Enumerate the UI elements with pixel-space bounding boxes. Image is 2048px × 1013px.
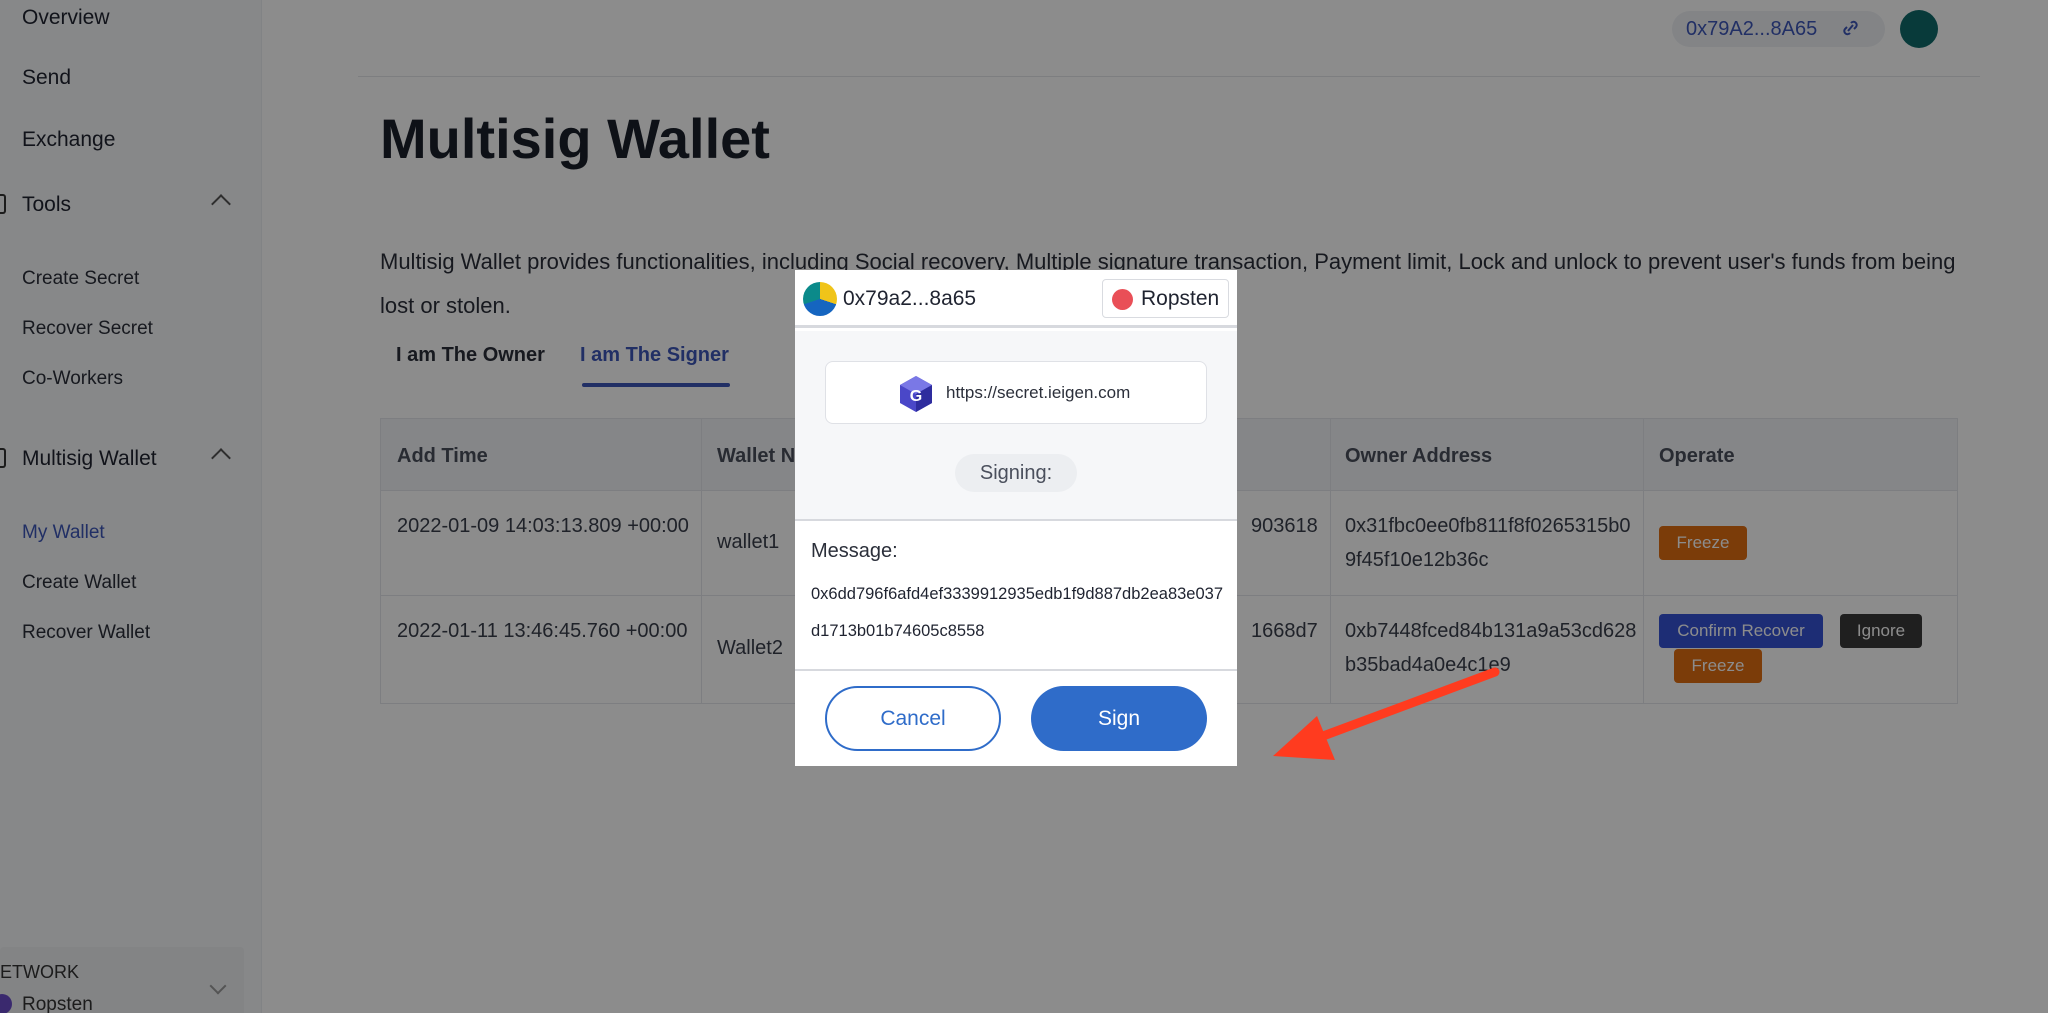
network-status-icon bbox=[1112, 289, 1133, 310]
message-label: Message: bbox=[811, 540, 898, 562]
dialog-origin-section: G https://secret.ieigen.com Signing: bbox=[795, 331, 1237, 521]
annotation-arrow bbox=[1273, 667, 1500, 760]
svg-text:G: G bbox=[910, 388, 922, 405]
network-badge[interactable]: Ropsten bbox=[1102, 279, 1229, 318]
sign-request-dialog: 0x79a2...8a65 Ropsten G https://secret.i… bbox=[795, 270, 1237, 766]
message-content: 0x6dd796f6afd4ef3339912935edb1f9d887db2e… bbox=[811, 585, 1224, 640]
dialog-footer-divider bbox=[795, 669, 1237, 671]
sign-button[interactable]: Sign bbox=[1031, 686, 1207, 751]
origin-url: https://secret.ieigen.com bbox=[946, 383, 1131, 402]
network-name: Ropsten bbox=[1141, 287, 1220, 310]
site-logo-icon: G bbox=[900, 376, 932, 412]
signing-status-badge: Signing: bbox=[955, 454, 1077, 492]
dialog-account-address: 0x79a2...8a65 bbox=[843, 287, 977, 310]
origin-site-card: G https://secret.ieigen.com bbox=[825, 361, 1207, 424]
cancel-button[interactable]: Cancel bbox=[825, 686, 1001, 751]
dialog-header: 0x79a2...8a65 Ropsten bbox=[795, 270, 1237, 328]
wallet-logo-icon bbox=[803, 282, 837, 316]
